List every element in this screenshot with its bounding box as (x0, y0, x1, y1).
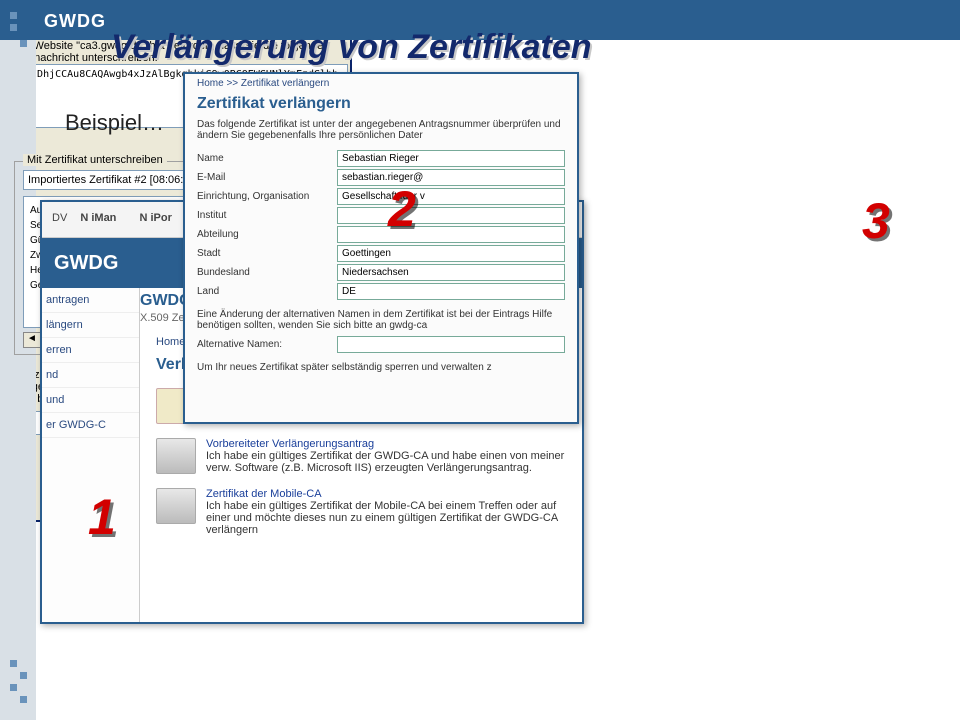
option-mobile-ca[interactable]: Zertifikat der Mobile-CAIch habe ein gül… (156, 488, 566, 536)
step-marker-1: 1 (88, 488, 116, 546)
laptop-icon (156, 488, 196, 524)
step-marker-2: 2 (388, 180, 416, 238)
site-sidebar: antragen längern erren nd und er GWDG-C (42, 288, 140, 622)
sidebar-item[interactable]: nd (42, 363, 139, 388)
label-name: Name (197, 153, 337, 164)
input-org[interactable] (337, 188, 565, 205)
option-link[interactable]: Vorbereiteter Verlängerungsantrag (206, 438, 374, 450)
option-prepared-request[interactable]: Vorbereiteter VerlängerungsantragIch hab… (156, 438, 566, 474)
slide-title: Verlängerung von Zertifikaten (111, 28, 592, 67)
server-icon (156, 438, 196, 474)
left-accent-bar (0, 0, 36, 720)
sidebar-item[interactable]: er GWDG-C (42, 413, 139, 438)
option-desc: Ich habe ein gültiges Zertifikat der GWD… (206, 450, 564, 474)
group-legend: Mit Zertifikat unterschreiben (23, 154, 167, 166)
input-name[interactable] (337, 150, 565, 167)
note-revoke: Um Ihr neues Zertifikat später selbständ… (185, 354, 577, 377)
step-marker-3: 3 (862, 192, 890, 250)
label-city: Stadt (197, 248, 337, 259)
input-city[interactable] (337, 245, 565, 262)
form-heading: Zertifikat verlängern (185, 93, 577, 115)
input-altnames[interactable] (337, 336, 565, 353)
breadcrumb[interactable]: Home >> Zertifikat verlängern (185, 74, 577, 93)
input-institute[interactable] (337, 207, 565, 224)
option-desc: Ich habe ein gültiges Zertifikat der Mob… (206, 500, 558, 536)
sidebar-item[interactable]: erren (42, 338, 139, 363)
note-altnames: Eine Änderung der alternativen Namen in … (185, 301, 577, 335)
sidebar-item[interactable]: längern (42, 313, 139, 338)
slide: GWDG Verlängerung von Zertifikaten Beisp… (0, 0, 960, 720)
input-department[interactable] (337, 226, 565, 243)
example-label: Beispiel… (65, 110, 164, 136)
label-country: Land (197, 286, 337, 297)
input-email[interactable] (337, 169, 565, 186)
label-institute: Institut (197, 210, 337, 221)
input-state[interactable] (337, 264, 565, 281)
input-country[interactable] (337, 283, 565, 300)
label-state: Bundesland (197, 267, 337, 278)
browser-window-form: Home >> Zertifikat verlängern Zertifikat… (183, 72, 579, 424)
label-altnames: Alternative Namen: (197, 339, 337, 350)
toolbar-item-dv[interactable]: DV (52, 212, 67, 224)
sidebar-item[interactable]: und (42, 388, 139, 413)
scroll-left-icon[interactable]: ◄ (23, 332, 41, 348)
label-department: Abteilung (197, 229, 337, 240)
option-link[interactable]: Zertifikat der Mobile-CA (206, 488, 322, 500)
toolbar-item-iman[interactable]: N iMan (80, 212, 126, 224)
sidebar-item[interactable]: antragen (42, 288, 139, 313)
brand-logo: GWDG (44, 8, 116, 35)
label-email: E-Mail (197, 172, 337, 183)
label-org: Einrichtung, Organisation (197, 191, 337, 202)
form-intro: Das folgende Zertifikat ist unter der an… (185, 115, 577, 149)
toolbar-item-ipor[interactable]: N iPor (139, 212, 181, 224)
